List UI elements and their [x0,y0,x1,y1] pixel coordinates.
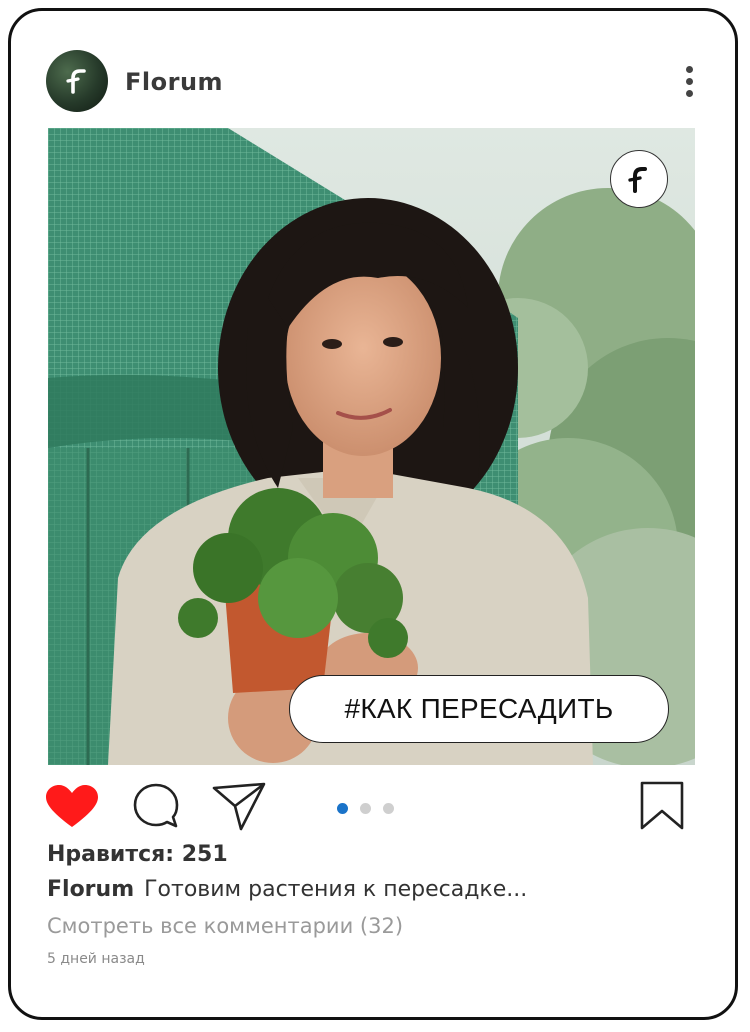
heart-icon[interactable] [46,785,98,829]
avatar[interactable] [46,50,108,112]
hashtag-label: #КАК ПЕРЕСАДИТЬ [289,675,669,743]
carousel-dot-active [337,803,348,814]
post-photo [48,128,695,765]
carousel-dot [360,803,371,814]
view-comments-link[interactable]: Смотреть все комментарии (32) [47,914,403,938]
florum-logo-icon [66,69,86,94]
caption-username[interactable]: Florum [47,877,134,902]
florum-logo-icon [610,150,668,208]
carousel-dot [383,803,394,814]
more-vertical-icon[interactable] [678,62,702,102]
bookmark-icon[interactable] [640,781,684,831]
caption-text: Готовим растения к пересадке... [144,877,528,902]
post-time: 5 дней назад [47,951,145,967]
share-icon[interactable] [212,782,266,832]
post-username[interactable]: Florum [125,68,223,96]
post-caption: Florum Готовим растения к пересадке... [47,877,527,902]
comment-icon[interactable] [132,782,180,830]
likes-count[interactable]: Нравится: 251 [47,842,228,867]
